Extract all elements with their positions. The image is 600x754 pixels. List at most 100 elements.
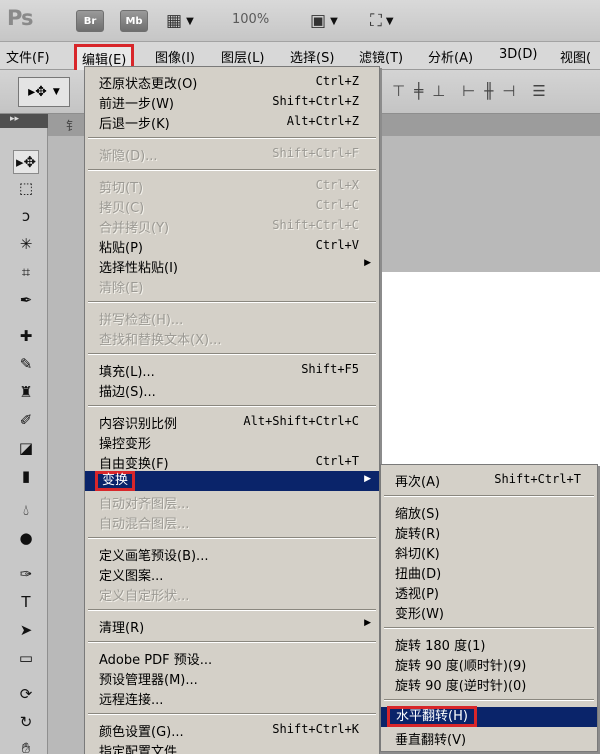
menu-item-purge[interactable]: 清理(R) ▶: [85, 615, 379, 636]
menu-item-content-aware-scale[interactable]: 内容识别比例 Alt+Shift+Ctrl+C: [85, 411, 379, 432]
arrange-documents-button[interactable]: ▣ ▼: [310, 9, 338, 33]
submenu-item-again[interactable]: 再次(A) Shift+Ctrl+T: [381, 469, 597, 490]
menu-separator: [88, 301, 376, 303]
menu-item-spell-check[interactable]: 拼写检查(H)...: [85, 307, 379, 328]
menu-separator: [88, 353, 376, 355]
align-middle-icon[interactable]: ╪: [414, 82, 423, 100]
align-center-icon[interactable]: ╫: [484, 82, 493, 100]
path-selection-icon[interactable]: ➤: [13, 618, 39, 642]
submenu-arrow-icon: ▶: [364, 474, 371, 484]
3d-orbit-icon[interactable]: ↻: [13, 710, 39, 734]
menu-item-puppet-warp[interactable]: 操控变形: [85, 431, 379, 452]
menu-view[interactable]: 视图(: [560, 47, 591, 66]
mini-bridge-button[interactable]: Mb: [120, 10, 148, 32]
submenu-item-rotate-180[interactable]: 旋转 180 度(1): [381, 633, 597, 654]
menu-item-copy[interactable]: 拷贝(C) Ctrl+C: [85, 195, 379, 216]
menu-item-color-settings[interactable]: 颜色设置(G)... Shift+Ctrl+K: [85, 719, 379, 740]
menu-item-auto-blend-layers[interactable]: 自动混合图层...: [85, 511, 379, 532]
menu-file[interactable]: 文件(F): [6, 47, 50, 66]
shape-tool-icon[interactable]: ▭: [13, 646, 39, 670]
menu-item-clear[interactable]: 清除(E): [85, 275, 379, 296]
distribute-icon[interactable]: ☰: [532, 82, 545, 100]
menu-separator: [88, 537, 376, 539]
healing-brush-icon[interactable]: ✚: [13, 324, 39, 348]
history-brush-icon[interactable]: ✐: [13, 408, 39, 432]
menu-item-transform[interactable]: 变换 ▶: [85, 471, 379, 491]
tool-preset-picker[interactable]: ▸✥ ▼: [18, 77, 70, 107]
align-top-icon[interactable]: ⊤: [392, 82, 405, 100]
submenu-arrow-icon: ▶: [364, 618, 371, 628]
menu-item-stroke[interactable]: 描边(S)...: [85, 379, 379, 400]
menu-item-step-forward[interactable]: 前进一步(W) Shift+Ctrl+Z: [85, 91, 379, 112]
submenu-item-flip-horizontal[interactable]: 水平翻转(H): [381, 706, 597, 727]
submenu-item-distort[interactable]: 扭曲(D): [381, 561, 597, 582]
type-tool-icon[interactable]: T: [13, 590, 39, 614]
gradient-tool-icon[interactable]: ▮: [13, 464, 39, 488]
brush-tool-icon[interactable]: ✎: [13, 352, 39, 376]
menu-item-find-replace[interactable]: 查找和替换文本(X)...: [85, 327, 379, 348]
submenu-item-skew[interactable]: 斜切(K): [381, 541, 597, 562]
menu-item-define-pattern[interactable]: 定义图案...: [85, 563, 379, 584]
menu-item-fade[interactable]: 渐隐(D)... Shift+Ctrl+F: [85, 143, 379, 164]
align-left-icon[interactable]: ⊢: [462, 82, 475, 100]
menu-analysis[interactable]: 分析(A): [428, 47, 473, 66]
menu-separator: [88, 169, 376, 171]
align-bottom-icon[interactable]: ⊥: [432, 82, 445, 100]
blur-tool-icon[interactable]: 💧︎: [13, 498, 39, 522]
view-extras-button[interactable]: ▦ ▼: [166, 9, 194, 33]
menu-item-cut[interactable]: 剪切(T) Ctrl+X: [85, 175, 379, 196]
screen-mode-icon: ⛶: [370, 11, 382, 31]
align-right-icon[interactable]: ⊣: [502, 82, 515, 100]
menu-item-pdf-presets[interactable]: Adobe PDF 预设...: [85, 647, 379, 668]
menu-layer[interactable]: 图层(L): [221, 47, 264, 66]
pen-tool-icon[interactable]: ✑: [13, 562, 39, 586]
menu-separator: [384, 495, 594, 497]
menu-item-remote-connections[interactable]: 远程连接...: [85, 687, 379, 708]
menu-item-define-shape[interactable]: 定义自定形状...: [85, 583, 379, 604]
submenu-item-flip-vertical[interactable]: 垂直翻转(V): [381, 727, 597, 748]
submenu-item-perspective[interactable]: 透视(P): [381, 581, 597, 602]
hand-tool-icon[interactable]: ✋︎: [13, 736, 39, 754]
lasso-tool-icon[interactable]: ↄ: [13, 204, 39, 228]
menu-item-auto-align-layers[interactable]: 自动对齐图层...: [85, 491, 379, 512]
menu-select[interactable]: 选择(S): [290, 47, 334, 66]
toolbox: ▸✥ ⬚ ↄ ✳ ⌗ ✒ ✚ ✎ ♜ ✐ ◪ ▮ 💧︎ ● ✑ T ➤ ▭ ⟳ …: [0, 128, 48, 754]
menu-3d[interactable]: 3D(D): [499, 47, 537, 62]
submenu-item-scale[interactable]: 缩放(S): [381, 501, 597, 522]
menu-image[interactable]: 图像(I): [155, 47, 195, 66]
magic-wand-icon[interactable]: ✳: [13, 232, 39, 256]
3d-rotate-icon[interactable]: ⟳: [13, 682, 39, 706]
menu-separator: [88, 713, 376, 715]
submenu-item-rotate-90-ccw[interactable]: 旋转 90 度(逆时针)(0): [381, 673, 597, 694]
menu-filter[interactable]: 滤镜(T): [359, 47, 403, 66]
eyedropper-icon[interactable]: ✒: [13, 288, 39, 312]
menu-item-define-brush[interactable]: 定义画笔预设(B)...: [85, 543, 379, 564]
application-bar: Ps Br Mb ▦ ▼ 100% ▣ ▼ ⛶ ▼: [0, 0, 600, 42]
crop-tool-icon[interactable]: ⌗: [13, 260, 39, 284]
submenu-item-warp[interactable]: 变形(W): [381, 601, 597, 622]
zoom-level[interactable]: 100%: [232, 12, 269, 27]
layout-icon: ▣: [310, 11, 327, 31]
dodge-tool-icon[interactable]: ●: [13, 526, 39, 550]
menu-item-paste[interactable]: 粘贴(P) Ctrl+V: [85, 235, 379, 256]
menu-item-copy-merged[interactable]: 合并拷贝(Y) Shift+Ctrl+C: [85, 215, 379, 236]
menu-separator: [88, 641, 376, 643]
bridge-button[interactable]: Br: [76, 10, 104, 32]
marquee-tool-icon[interactable]: ⬚: [13, 176, 39, 200]
submenu-item-rotate[interactable]: 旋转(R): [381, 521, 597, 542]
menu-item-fill[interactable]: 填充(L)... Shift+F5: [85, 359, 379, 380]
submenu-item-rotate-90-cw[interactable]: 旋转 90 度(顺时针)(9): [381, 653, 597, 674]
menu-item-assign-profile[interactable]: 指定配置文件...: [85, 739, 379, 754]
eraser-icon[interactable]: ◪: [13, 436, 39, 460]
menu-item-preset-manager[interactable]: 预设管理器(M)...: [85, 667, 379, 688]
menu-item-undo[interactable]: 还原状态更改(O) Ctrl+Z: [85, 71, 379, 92]
menu-separator: [88, 405, 376, 407]
clone-stamp-icon[interactable]: ♜: [13, 380, 39, 404]
screen-mode-button[interactable]: ⛶ ▼: [370, 9, 394, 33]
chevron-down-icon: ▼: [52, 87, 60, 97]
menu-item-paste-special[interactable]: 选择性粘贴(I) ▶: [85, 255, 379, 276]
toolbox-header[interactable]: ▸▸: [0, 114, 48, 128]
menu-item-free-transform[interactable]: 自由变换(F) Ctrl+T: [85, 451, 379, 472]
move-tool-icon[interactable]: ▸✥: [13, 150, 39, 174]
menu-item-step-backward[interactable]: 后退一步(K) Alt+Ctrl+Z: [85, 111, 379, 132]
